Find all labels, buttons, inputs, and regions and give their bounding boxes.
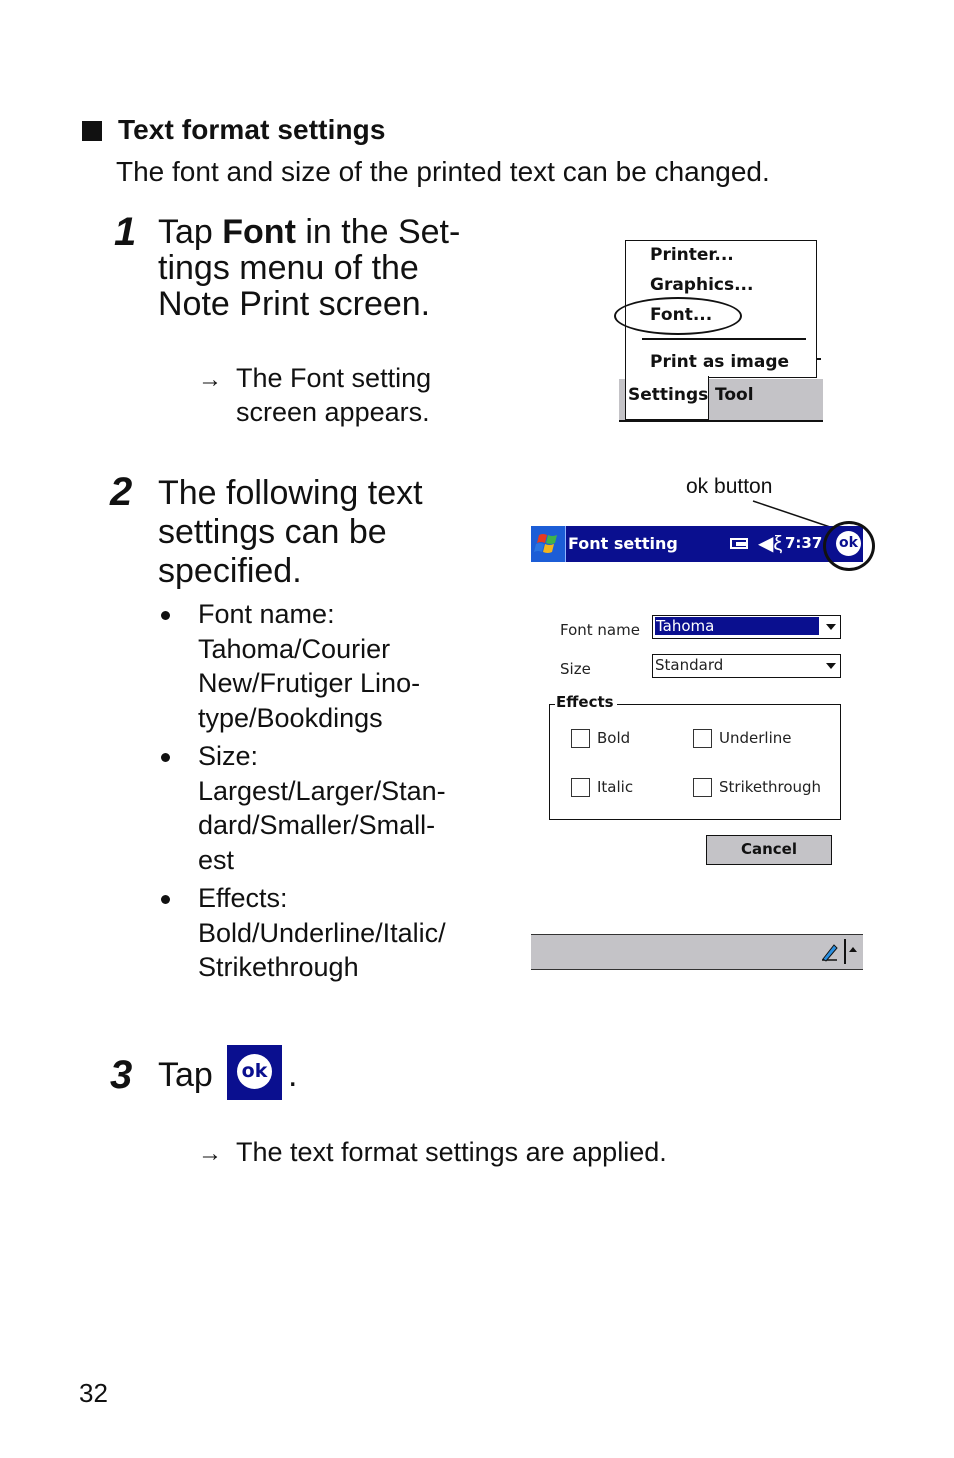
menu-separator [642,338,806,340]
section-bullet-square [82,121,102,141]
chevron-down-icon [826,663,836,669]
step-1-text-bold: Font [222,213,296,251]
input-panel-bar [531,934,863,970]
menu-item-printer[interactable]: Printer... [650,245,734,265]
step-2-text-line1: The following text [158,474,423,512]
highlight-ellipse [614,297,742,335]
bullet-font-name: Font name: Tahoma/Courier New/Frutiger L… [158,597,488,735]
cancel-button[interactable]: Cancel [706,835,832,865]
ok-highlight-circle [823,521,875,571]
bullet-line: dard/Smaller/Small- [198,810,436,840]
font-name-value: Tahoma [655,617,819,635]
step-1-instruction: Tap Font in the Set- tings menu of the N… [158,214,498,322]
device-titlebar: Font setting ◀ξ 7:37 ok [531,526,863,562]
arrow-right-icon: → [198,366,222,393]
underline-label: Underline [719,729,792,747]
step-3-result: → The text format settings are applied. [198,1136,667,1170]
bold-checkbox[interactable] [571,729,590,748]
menubar-tool-tab[interactable]: Tool [715,385,754,405]
step-1-text-line2: tings menu of the [158,249,419,287]
italic-checkbox[interactable] [571,778,590,797]
effects-group-label: Effects [555,693,617,711]
size-dropdown[interactable]: Standard [652,654,841,678]
section-intro: The font and size of the printed text ca… [116,156,770,187]
bullet-line: Strikethrough [198,952,359,982]
step-2-text-line3: specified. [158,552,302,590]
bullet-line: Size: [198,741,259,771]
step-3-number: 3 [110,1053,133,1097]
device-window-title: Font setting [568,534,678,553]
step-2-number: 2 [110,470,133,514]
menubar-settings-tab[interactable]: Settings [625,376,709,420]
bullet-line: type/Bookdings [198,702,383,733]
bullet-line: Effects: [198,883,288,913]
strikethrough-checkbox[interactable] [693,778,712,797]
bullet-line: New/Frutiger Lino- [198,668,421,698]
effects-group [549,704,841,820]
step-1-text-line3: Note Print screen. [158,285,431,323]
arrow-right-icon: → [198,1140,222,1167]
settings-bullet-list: Font name: Tahoma/Courier New/Frutiger L… [158,597,488,989]
windows-start-icon[interactable] [531,526,566,562]
speaker-icon[interactable]: ◀ξ [758,531,782,556]
size-label: Size [560,660,591,678]
bullet-line: Bold/Underline/Italic/ [198,917,446,948]
step-1-text-prefix: Tap [158,213,223,251]
step-1-result: → The Font setting screen appears. [198,362,478,429]
bullet-effects: Effects: Bold/Underline/Italic/ Striketh… [158,881,488,985]
underline-checkbox[interactable] [693,729,712,748]
step-3-instruction: Tap [158,1056,213,1094]
bullet-dot-icon [161,753,170,762]
device-clock[interactable]: 7:37 [785,534,822,552]
bullet-line: est [198,844,235,875]
italic-label: Italic [597,778,634,796]
pen-input-icon[interactable] [819,941,839,963]
menu-item-graphics[interactable]: Graphics... [650,275,753,295]
bullet-line: Largest/Larger/Stan- [198,775,446,806]
step-3-period: . [288,1056,298,1094]
sip-divider [844,939,846,964]
ok-icon-label: ok [237,1054,272,1089]
size-value: Standard [655,656,724,674]
step-3-result-text: The text format settings are applied. [236,1137,667,1167]
step-2-text-line2: settings can be [158,513,387,551]
bullet-dot-icon [161,611,170,620]
battery-icon[interactable] [730,538,748,549]
step-1-result-line2: screen appears. [236,397,430,427]
step-2-instruction: The following text settings can be speci… [158,474,478,591]
chevron-down-icon [826,624,836,630]
step-1-number: 1 [114,210,137,254]
section-title: Text format settings [118,114,386,145]
ok-button-callout-label: ok button [686,475,773,498]
ok-icon: ok [227,1045,282,1100]
page-number: 32 [79,1378,108,1408]
step-1-result-line1: The Font setting [236,363,432,393]
bullet-line: Tahoma/Courier [198,633,391,664]
bullet-line: Font name: [198,599,335,629]
strikethrough-label: Strikethrough [719,778,822,796]
step-1-text-suffix: in the Set- [295,213,461,251]
font-name-dropdown[interactable]: Tahoma [652,615,841,639]
bullet-dot-icon [161,895,170,904]
menu-item-print-as-image[interactable]: Print as image [650,352,789,372]
caret-up-icon[interactable] [849,947,857,952]
bullet-size: Size: Largest/Larger/Stan- dard/Smaller/… [158,739,488,877]
bold-label: Bold [597,729,631,747]
font-name-label: Font name [560,621,640,639]
menubar-settings-label: Settings [628,385,709,405]
